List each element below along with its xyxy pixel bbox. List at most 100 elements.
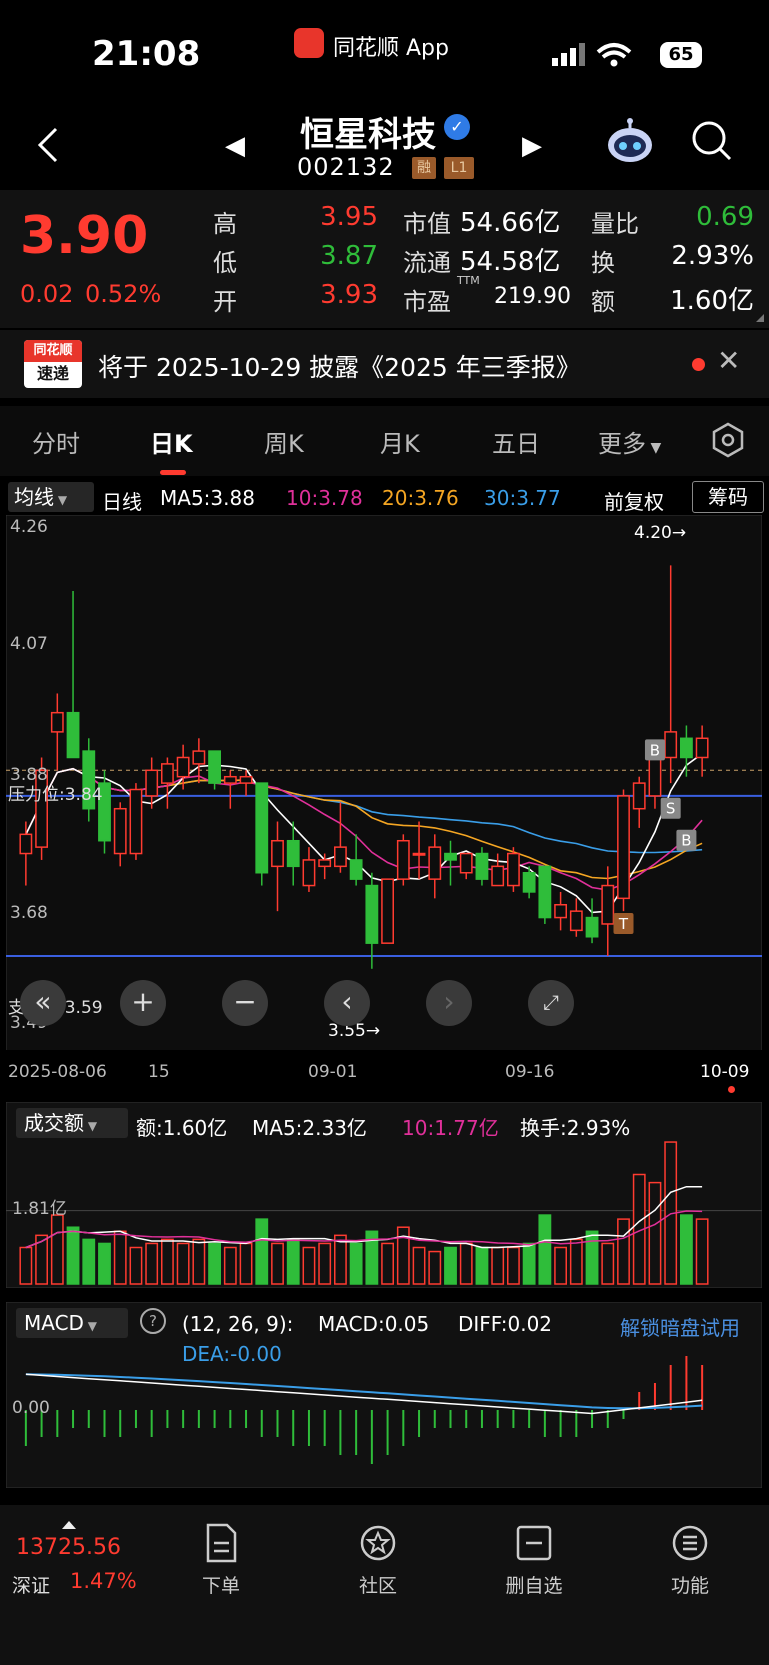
kline-svg: BSBT bbox=[5, 514, 763, 1056]
prev-stock-button[interactable]: ◀ bbox=[225, 131, 245, 161]
candle-body bbox=[664, 731, 678, 759]
status-time: 21:08 bbox=[92, 34, 201, 74]
signal-wifi-icon bbox=[552, 43, 632, 67]
news-logo-line1: 同花顺 bbox=[24, 340, 82, 362]
scroll-right-button[interactable]: › bbox=[426, 980, 472, 1026]
ai-assistant-icon[interactable] bbox=[604, 117, 656, 165]
macd-params: (12, 26, 9): bbox=[182, 1312, 294, 1336]
nav-functions[interactable]: 功能 bbox=[640, 1523, 740, 1598]
volume-bar bbox=[19, 1246, 33, 1285]
index-pct: 1.47% bbox=[70, 1569, 137, 1593]
low-label: 低 bbox=[213, 249, 237, 277]
nav-order[interactable]: 下单 bbox=[171, 1523, 271, 1598]
candle-body bbox=[302, 859, 316, 887]
macd-panel[interactable]: MACD ▼ ? (12, 26, 9): MACD:0.05 DIFF:0.0… bbox=[5, 1301, 763, 1489]
volume-bar bbox=[538, 1214, 552, 1285]
volume-bar bbox=[98, 1242, 111, 1285]
back-button[interactable] bbox=[32, 123, 72, 173]
float-label: 流通 bbox=[403, 249, 451, 277]
candle-body bbox=[459, 852, 473, 874]
volratio-value: 0.69 bbox=[696, 202, 754, 232]
candle-body bbox=[381, 878, 395, 944]
signal-marker-text: S bbox=[666, 800, 676, 818]
caret-down-icon: ▼ bbox=[646, 440, 662, 456]
next-stock-button[interactable]: ▶ bbox=[522, 131, 542, 161]
zoom-in-button[interactable]: + bbox=[120, 980, 166, 1026]
volume-ma10: 10:1.77亿 bbox=[402, 1116, 499, 1140]
zoom-out-button[interactable]: − bbox=[222, 980, 268, 1026]
index-value[interactable]: 13725.56 bbox=[16, 1535, 121, 1560]
candle-body bbox=[475, 852, 489, 880]
tab-daily[interactable]: 日K bbox=[150, 424, 193, 459]
open-label: 开 bbox=[213, 288, 237, 316]
nav-remove-watchlist[interactable]: 删自选 bbox=[484, 1523, 584, 1598]
candle-body bbox=[365, 884, 379, 944]
caret-down-icon: ▼ bbox=[84, 1119, 98, 1133]
volume-bar bbox=[129, 1246, 143, 1285]
nav-community[interactable]: 社区 bbox=[328, 1523, 428, 1598]
macd-y-tick: 0.00 bbox=[12, 1398, 50, 1418]
unlock-trial-link[interactable]: 解锁暗盘试用 bbox=[620, 1312, 740, 1341]
close-icon[interactable]: ✕ bbox=[717, 344, 740, 377]
volume-bar bbox=[506, 1246, 520, 1285]
candle-body bbox=[695, 737, 709, 759]
scroll-left-button[interactable]: ‹ bbox=[324, 980, 370, 1026]
indicator-select[interactable]: 均线 ▼ bbox=[8, 482, 94, 512]
volume-amount: 额:1.60亿 bbox=[136, 1116, 228, 1140]
volume-ma5: MA5:2.33亿 bbox=[252, 1116, 367, 1140]
candle-body bbox=[491, 865, 505, 887]
candle-body bbox=[648, 756, 662, 797]
news-notice[interactable]: 同花顺 速递 将于 2025-10-29 披露《2025 年三季报》 ✕ bbox=[0, 330, 769, 398]
turnover-value: 2.93% bbox=[671, 241, 754, 271]
volume-bar bbox=[333, 1234, 347, 1285]
volume-bar bbox=[491, 1246, 505, 1285]
volume-bar bbox=[66, 1226, 80, 1285]
candle-body bbox=[50, 711, 64, 733]
scroll-to-start-button[interactable]: « bbox=[20, 980, 66, 1026]
volume-bar bbox=[475, 1246, 489, 1285]
dea-value: DEA:-0.00 bbox=[182, 1342, 282, 1366]
candle-body bbox=[522, 871, 536, 893]
search-icon[interactable] bbox=[690, 119, 734, 163]
tab-five-day[interactable]: 五日 bbox=[492, 424, 540, 459]
battery-icon: 65 bbox=[660, 42, 702, 68]
signal-marker-text: B bbox=[681, 832, 691, 850]
status-bar: 21:08 同花顺 App 65 bbox=[0, 0, 769, 105]
ma20-value: 20:3.76 bbox=[382, 486, 459, 510]
volume-panel[interactable]: 成交额 ▼ 额:1.60亿 MA5:2.33亿 10:1.77亿 换手:2.93… bbox=[5, 1101, 763, 1289]
nav-remove-watchlist-label: 删自选 bbox=[505, 1575, 563, 1597]
fullscreen-button[interactable]: ⤢ bbox=[528, 980, 574, 1026]
volume-bar bbox=[239, 1242, 253, 1285]
candle-body bbox=[538, 865, 552, 919]
settings-icon[interactable] bbox=[710, 422, 746, 458]
candle-body bbox=[569, 910, 583, 932]
candle-body bbox=[318, 859, 332, 868]
tab-weekly[interactable]: 周K bbox=[264, 424, 304, 459]
chip-distribution-button[interactable]: 筹码 bbox=[692, 481, 764, 513]
macd-value: MACD:0.05 bbox=[318, 1312, 430, 1336]
app-name: 同花顺 App bbox=[333, 36, 449, 61]
tab-intraday[interactable]: 分时 bbox=[32, 424, 80, 459]
adjust-toggle[interactable]: 前复权 bbox=[604, 486, 664, 515]
help-icon[interactable]: ? bbox=[140, 1308, 166, 1334]
candle-body bbox=[176, 756, 190, 778]
kline-chart[interactable]: BSBT 4.26 4.07 3.88 3.68 3.49 压力位:3.84 支… bbox=[5, 514, 763, 1056]
candle-body bbox=[349, 859, 363, 880]
mktcap-label: 市值 bbox=[403, 210, 451, 238]
tab-more[interactable]: 更多 ▼ bbox=[598, 424, 661, 459]
stock-header: ◀ 恒星科技 ✓ 002132 融 L1 ▶ bbox=[0, 105, 769, 190]
chevron-left-icon bbox=[37, 127, 58, 163]
index-name: 深证 bbox=[12, 1575, 51, 1597]
tab-monthly[interactable]: 月K bbox=[380, 424, 420, 459]
volume-indicator-select[interactable]: 成交额 ▼ bbox=[16, 1108, 128, 1138]
candle-body bbox=[271, 839, 284, 868]
macd-indicator-select[interactable]: MACD ▼ bbox=[16, 1308, 128, 1338]
candle-body bbox=[66, 711, 80, 759]
volume-bar bbox=[145, 1242, 159, 1285]
x-tick-label: 09-16 bbox=[505, 1062, 555, 1082]
volume-turnover: 换手:2.93% bbox=[520, 1116, 631, 1140]
expand-corner-icon[interactable] bbox=[756, 314, 764, 322]
macd-select-label: MACD bbox=[24, 1311, 84, 1335]
volume-bar bbox=[679, 1214, 693, 1285]
unread-dot-icon bbox=[692, 358, 705, 371]
